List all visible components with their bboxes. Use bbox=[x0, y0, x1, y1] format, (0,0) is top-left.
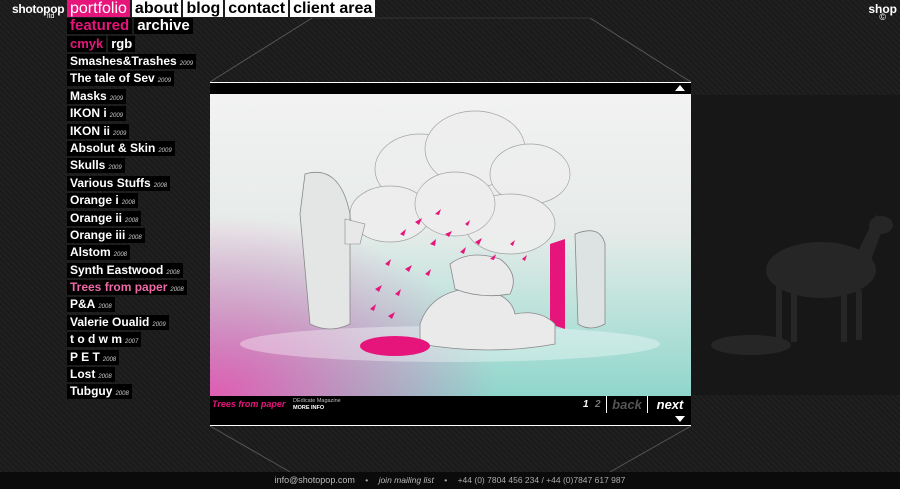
project-name: The tale of Sev bbox=[70, 71, 155, 86]
project-year: 2009 bbox=[113, 130, 127, 137]
project-name: Orange ii bbox=[70, 210, 123, 225]
project-year: 2008 bbox=[128, 234, 142, 241]
project-item[interactable]: Smashes&Trashes 2009 bbox=[67, 54, 197, 69]
project-name: Masks bbox=[70, 88, 107, 103]
project-item[interactable]: P&A 2008 bbox=[67, 297, 115, 313]
project-name: P&A bbox=[70, 297, 96, 312]
project-name: Lost bbox=[70, 367, 96, 382]
project-item[interactable]: Tubguy 2008 bbox=[67, 384, 132, 400]
mode-rgb[interactable]: rgb bbox=[108, 36, 136, 52]
project-name: Orange iii bbox=[70, 227, 126, 242]
project-year: 2009 bbox=[109, 113, 124, 120]
project-name: Orange i bbox=[70, 193, 119, 208]
project-item[interactable]: Orange ii 2008 bbox=[67, 210, 142, 226]
project-item[interactable]: Alstom 2008 bbox=[67, 245, 131, 261]
subnav-archive[interactable]: archive bbox=[134, 18, 193, 34]
project-item[interactable]: Lost 2008 bbox=[67, 367, 115, 383]
project-year: 2008 bbox=[115, 391, 129, 398]
project-year: 2008 bbox=[166, 269, 180, 276]
project-year: 2008 bbox=[102, 356, 117, 363]
project-item[interactable]: P E T 2008 bbox=[67, 349, 120, 365]
project-name: Various Stuffs bbox=[70, 175, 151, 190]
portfolio-subnav: featured archive bbox=[67, 18, 193, 34]
phone-numbers: +44 (0) 7804 456 234 / +44 (0)7847 617 9… bbox=[457, 475, 626, 485]
project-item[interactable]: IKON ii 2009 bbox=[67, 123, 130, 139]
project-name: Trees from paper bbox=[70, 280, 168, 295]
nav-about[interactable]: about bbox=[131, 0, 182, 17]
artwork-illustration bbox=[210, 94, 691, 396]
copyright-icon: © bbox=[879, 12, 886, 22]
back-button[interactable]: back bbox=[606, 396, 648, 413]
project-item[interactable]: Various Stuffs 2008 bbox=[67, 175, 171, 191]
footer: info@shotopop.com • join mailing list • … bbox=[0, 472, 900, 489]
project-name: Valerie Oualid bbox=[70, 314, 150, 329]
subnav-featured[interactable]: featured bbox=[67, 18, 133, 34]
project-year: 2008 bbox=[153, 182, 168, 189]
viewer-caption-bar: Trees from paper DEdicate Magazine MORE … bbox=[210, 396, 691, 413]
nav-contact[interactable]: contact bbox=[225, 0, 289, 17]
main-nav: portfolio about blog contact client area bbox=[67, 0, 376, 17]
project-year: 2008 bbox=[121, 200, 136, 207]
project-year: 2008 bbox=[113, 252, 128, 259]
nav-blog[interactable]: blog bbox=[183, 0, 224, 17]
project-list: Smashes&Trashes 2009 The tale of Sev 2009 Ma… bbox=[67, 54, 197, 402]
project-item[interactable]: Absolut & Skin 2009 bbox=[67, 140, 175, 156]
logo[interactable]: shotopop bbox=[12, 2, 65, 16]
project-year: 2009 bbox=[109, 95, 124, 102]
project-item[interactable]: Trees from paper 2008 bbox=[67, 280, 187, 296]
nav-portfolio[interactable]: portfolio bbox=[67, 0, 130, 17]
page-1-link[interactable]: 1 bbox=[583, 399, 589, 410]
project-year: 2008 bbox=[98, 304, 112, 311]
project-item[interactable]: IKON i 2009 bbox=[67, 106, 127, 122]
project-year: 2009 bbox=[152, 321, 166, 328]
next-button[interactable]: next bbox=[650, 396, 690, 413]
project-item[interactable]: Orange iii 2008 bbox=[67, 227, 145, 243]
project-item[interactable]: Skulls 2009 bbox=[67, 158, 125, 174]
project-name: IKON ii bbox=[70, 123, 111, 138]
project-year: 2008 bbox=[98, 374, 112, 381]
viewer-bottom-bar bbox=[210, 413, 691, 426]
project-year: 2009 bbox=[179, 61, 194, 67]
project-year: 2007 bbox=[125, 339, 139, 346]
project-item[interactable]: t o d w m 2007 bbox=[67, 332, 142, 348]
mode-cmyk[interactable]: cmyk bbox=[67, 36, 107, 52]
deer-silhouette bbox=[711, 215, 893, 355]
project-item[interactable]: Orange i 2008 bbox=[67, 193, 139, 209]
project-name: IKON i bbox=[70, 106, 107, 121]
project-name: P E T bbox=[70, 349, 100, 364]
project-name: Absolut & Skin bbox=[70, 140, 156, 155]
project-name: Alstom bbox=[70, 245, 111, 260]
project-name: Smashes&Trashes bbox=[70, 54, 177, 68]
footer-separator-icon: • bbox=[444, 475, 448, 485]
viewer-top-bar bbox=[210, 82, 691, 94]
logo-subtitle: ltd bbox=[47, 13, 55, 20]
project-name: t o d w m bbox=[70, 332, 122, 347]
arrow-up-icon[interactable] bbox=[675, 85, 685, 91]
project-name: Skulls bbox=[70, 158, 106, 173]
project-item[interactable]: Masks 2009 bbox=[67, 88, 127, 104]
mailing-list-link[interactable]: join mailing list bbox=[379, 475, 434, 485]
project-item[interactable]: Synth Eastwood 2008 bbox=[67, 262, 183, 278]
arrow-down-icon[interactable] bbox=[675, 416, 685, 422]
nav-client-area[interactable]: client area bbox=[290, 0, 376, 17]
page: shotopop ltd shop © portfolio about blog… bbox=[0, 0, 900, 489]
project-title: Trees from paper bbox=[212, 399, 286, 409]
project-year: 2008 bbox=[125, 217, 139, 224]
project-name: Synth Eastwood bbox=[70, 262, 164, 277]
page-2-link[interactable]: 2 bbox=[595, 399, 601, 410]
project-item[interactable]: The tale of Sev 2009 bbox=[67, 71, 175, 87]
project-year: 2009 bbox=[108, 165, 122, 172]
color-mode-nav: cmyk rgb bbox=[67, 36, 136, 52]
project-client: DEdicate Magazine bbox=[293, 398, 341, 404]
project-year: 2009 bbox=[158, 147, 172, 154]
project-year: 2009 bbox=[157, 78, 172, 85]
next-project-preview[interactable] bbox=[691, 95, 900, 395]
project-image bbox=[210, 94, 691, 396]
email-link[interactable]: info@shotopop.com bbox=[275, 475, 355, 485]
project-name: Tubguy bbox=[70, 384, 113, 399]
project-item[interactable]: Valerie Oualid 2009 bbox=[67, 314, 169, 330]
more-info-link[interactable]: MORE INFO bbox=[293, 405, 324, 411]
footer-separator-icon: • bbox=[365, 475, 369, 485]
project-year: 2008 bbox=[170, 287, 184, 294]
